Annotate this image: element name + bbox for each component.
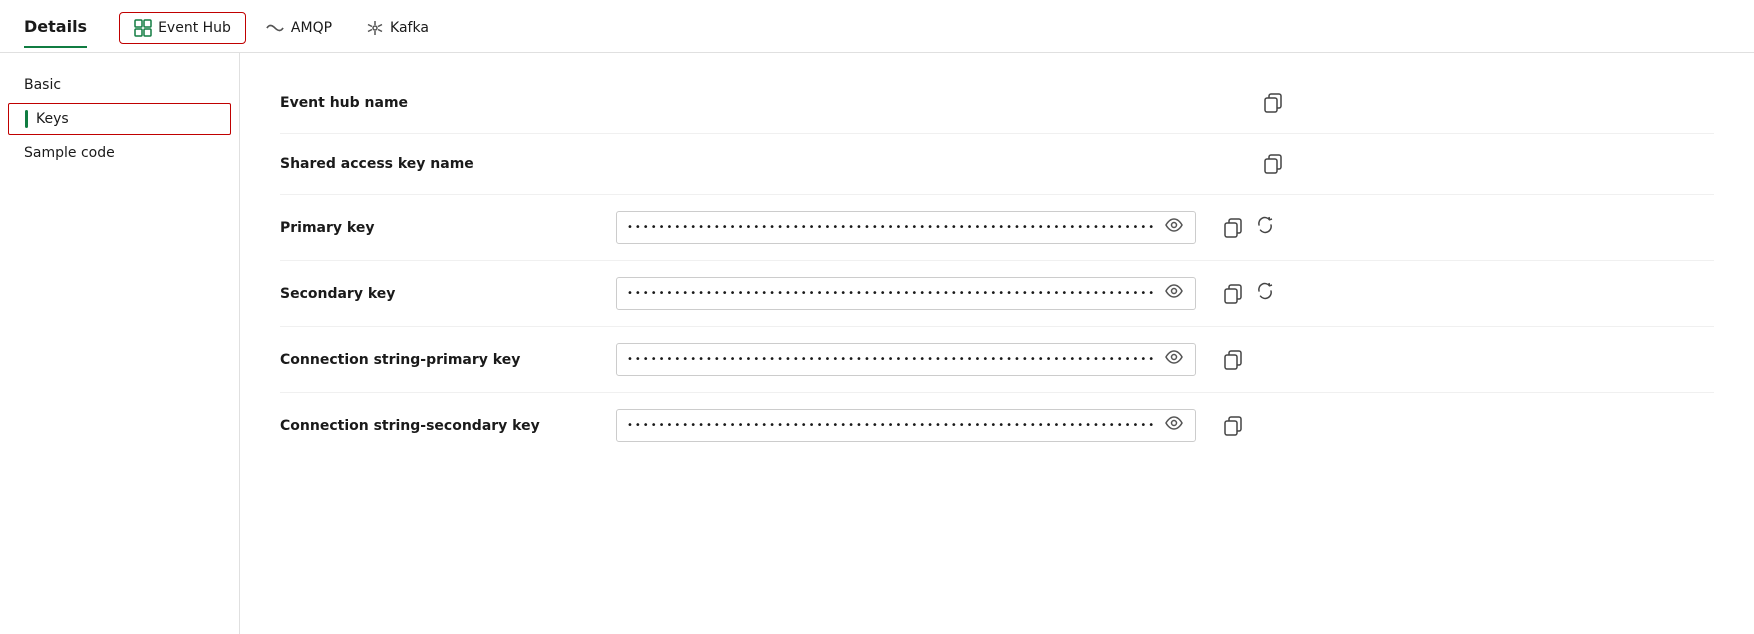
copy-icon-connprimary <box>1224 350 1242 370</box>
field-row-connsecondary: Connection string-secondary key ••••••••… <box>280 393 1714 458</box>
refresh-button-secondarykey[interactable] <box>1252 278 1278 309</box>
eye-icon-connsecondary <box>1165 416 1183 430</box>
field-actions-connsecondary <box>1220 412 1246 440</box>
copy-button-eventhubname[interactable] <box>1260 89 1286 117</box>
main-content: Basic Keys Sample code Event hub name <box>0 53 1754 634</box>
masked-dots-connsecondary: ••••••••••••••••••••••••••••••••••••••••… <box>627 420 1155 431</box>
sidebar-samplecode-label: Sample code <box>24 145 115 161</box>
refresh-icon-secondarykey <box>1256 282 1274 300</box>
copy-icon-sharedaccesskeyname <box>1264 154 1282 174</box>
tab-kafka[interactable]: Kafka <box>351 12 444 44</box>
field-row-sharedaccesskeyname: Shared access key name <box>280 134 1714 195</box>
tab-eventhub-label: Event Hub <box>158 20 231 36</box>
amqp-icon <box>265 21 285 35</box>
copy-icon-primarykey <box>1224 218 1242 238</box>
field-row-eventhubname: Event hub name <box>280 73 1714 134</box>
tab-amqp[interactable]: AMQP <box>250 13 347 43</box>
sidebar-item-keys[interactable]: Keys <box>8 103 231 135</box>
eye-icon-primarykey <box>1165 218 1183 232</box>
tab-eventhub[interactable]: Event Hub <box>119 12 246 44</box>
tab-amqp-label: AMQP <box>291 20 332 36</box>
field-actions-primarykey <box>1220 212 1278 243</box>
copy-button-connprimary[interactable] <box>1220 346 1246 374</box>
eye-button-secondarykey[interactable] <box>1163 284 1185 303</box>
refresh-icon-primarykey <box>1256 216 1274 234</box>
copy-icon-eventhubname <box>1264 93 1282 113</box>
top-tabs-bar: Details Event Hub <box>0 0 1754 53</box>
sidebar-item-basic[interactable]: Basic <box>0 69 239 101</box>
field-label-primarykey: Primary key <box>280 220 600 236</box>
copy-icon-secondarykey <box>1224 284 1242 304</box>
refresh-button-primarykey[interactable] <box>1252 212 1278 243</box>
field-row-secondarykey: Secondary key ••••••••••••••••••••••••••… <box>280 261 1714 327</box>
field-row-connprimary: Connection string-primary key ••••••••••… <box>280 327 1714 393</box>
field-row-primarykey: Primary key ••••••••••••••••••••••••••••… <box>280 195 1714 261</box>
eye-icon-connprimary <box>1165 350 1183 364</box>
sidebar: Basic Keys Sample code <box>0 53 240 634</box>
field-actions-sharedaccesskeyname <box>1260 150 1286 178</box>
field-label-connsecondary: Connection string-secondary key <box>280 418 600 434</box>
sidebar-item-samplecode[interactable]: Sample code <box>0 137 239 169</box>
field-actions-secondarykey <box>1220 278 1278 309</box>
copy-button-connsecondary[interactable] <box>1220 412 1246 440</box>
field-label-sharedaccesskeyname: Shared access key name <box>280 156 600 172</box>
copy-button-secondarykey[interactable] <box>1220 280 1246 308</box>
tab-kafka-label: Kafka <box>390 20 429 36</box>
sidebar-basic-label: Basic <box>24 77 61 93</box>
copy-button-primarykey[interactable] <box>1220 214 1246 242</box>
detail-panel: Event hub name Shared access key name <box>240 53 1754 634</box>
copy-button-sharedaccesskeyname[interactable] <box>1260 150 1286 178</box>
masked-dots-primarykey: ••••••••••••••••••••••••••••••••••••••••… <box>627 222 1155 233</box>
masked-input-secondarykey: ••••••••••••••••••••••••••••••••••••••••… <box>616 277 1196 310</box>
page-title: Details <box>24 17 87 48</box>
connection-tabs: Event Hub AMQP <box>119 12 444 52</box>
keys-active-indicator <box>25 110 28 128</box>
kafka-icon <box>366 19 384 37</box>
eye-button-connprimary[interactable] <box>1163 350 1185 369</box>
masked-dots-connprimary: ••••••••••••••••••••••••••••••••••••••••… <box>627 354 1155 365</box>
field-actions-connprimary <box>1220 346 1246 374</box>
field-label-secondarykey: Secondary key <box>280 286 600 302</box>
masked-input-connsecondary: ••••••••••••••••••••••••••••••••••••••••… <box>616 409 1196 442</box>
masked-dots-secondarykey: ••••••••••••••••••••••••••••••••••••••••… <box>627 288 1155 299</box>
sidebar-keys-label: Keys <box>36 111 69 127</box>
field-actions-eventhubname <box>1260 89 1286 117</box>
eye-button-connsecondary[interactable] <box>1163 416 1185 435</box>
copy-icon-connsecondary <box>1224 416 1242 436</box>
masked-input-connprimary: ••••••••••••••••••••••••••••••••••••••••… <box>616 343 1196 376</box>
eventhub-icon <box>134 19 152 37</box>
masked-input-primarykey: ••••••••••••••••••••••••••••••••••••••••… <box>616 211 1196 244</box>
field-label-connprimary: Connection string-primary key <box>280 352 600 368</box>
page-container: Details Event Hub <box>0 0 1754 634</box>
field-label-eventhubname: Event hub name <box>280 95 600 111</box>
eye-button-primarykey[interactable] <box>1163 218 1185 237</box>
eye-icon-secondarykey <box>1165 284 1183 298</box>
